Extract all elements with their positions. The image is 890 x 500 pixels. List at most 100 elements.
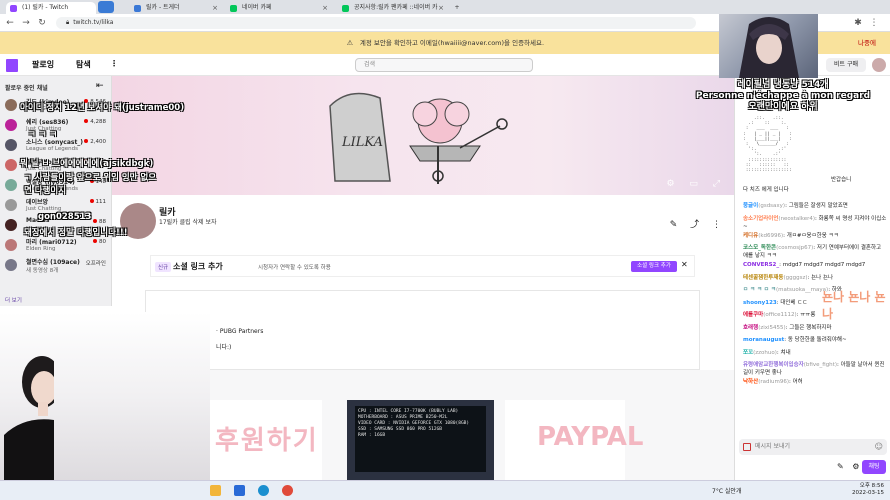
chat-username[interactable]: CONVERS2_ [743, 262, 779, 268]
chat-username[interactable]: 에롤쿠마 [743, 312, 763, 318]
overlay-subtitle: 돼장에서 정말 다행입니다!!! [24, 228, 128, 238]
chat-username[interactable]: 뭉글이 [743, 203, 758, 209]
add-social-link-button[interactable]: 소셜 링크 추가 [631, 261, 677, 272]
chat-message: moranaugust: 동 당한한쿨 돌려줘야해~ [743, 337, 847, 343]
close-icon[interactable]: × [212, 2, 218, 14]
social-links-prompt: 신규 소셜 링크 추가 시청자가 연락할 수 있도록 하용 소셜 링크 추가 ✕ [150, 255, 695, 277]
social-title: 소셜 링크 추가 [173, 262, 223, 271]
overlay-subtitle: gon028513 [38, 212, 92, 222]
back-icon[interactable]: ← [4, 17, 16, 29]
chat-username[interactable]: 코스모_독한콘 [743, 245, 776, 251]
smiley-icon[interactable]: ☺ [875, 439, 883, 455]
chrome-icon[interactable] [282, 485, 293, 496]
file-explorer-icon[interactable] [210, 485, 221, 496]
forward-icon[interactable]: → [20, 17, 32, 29]
reload-icon[interactable]: ↻ [36, 17, 48, 29]
tab-label: 네이버 카페 [242, 4, 272, 11]
chat-username[interactable]: ㅁ ㅋ ㅋ ㅁ ㅋ [743, 287, 776, 293]
address-bar[interactable]: 🔒︎ twitch.tv/lilka [56, 17, 696, 29]
close-icon[interactable]: ✕ [681, 260, 688, 269]
live-dot-icon [93, 239, 97, 243]
avatar [5, 179, 17, 191]
cam-subtitle-line: 레이필넘 냉동냥 514개 [737, 80, 829, 90]
show-more-link[interactable]: 더 보기 [5, 296, 22, 304]
tab-notice[interactable]: 공지사항:릴카 팬카페 ::네이버 카 × [338, 2, 448, 14]
extensions-icon[interactable]: ✱ [852, 17, 864, 29]
later-link[interactable]: 나중에 [858, 32, 876, 54]
video-player[interactable]: LILKA ⚙ ▭ ⤢ [112, 76, 734, 195]
sidebar-channel[interactable]: 마리 (mari0712) Elden Ring 80 [4, 236, 110, 256]
chat-send-button[interactable]: 채팅 [862, 460, 886, 474]
close-icon[interactable]: × [322, 2, 328, 14]
naver-favicon-icon [342, 5, 349, 12]
player-controls[interactable]: ⚙ ▭ ⤢ [667, 179, 727, 189]
close-icon[interactable]: × [438, 2, 444, 14]
chat-username[interactable]: 유령애암교한행복이입승자 [743, 362, 804, 368]
get-bits-button[interactable]: 비트 구매 [826, 58, 866, 72]
svg-text:LILKA: LILKA [341, 135, 383, 150]
cam-subtitle-line: Personne n'échappe à mon regard [695, 91, 871, 101]
chat-settings-icons[interactable]: ✎ ⚙ [837, 462, 862, 471]
chat-user-id: (bfive_fight) [803, 362, 837, 368]
chat-input[interactable]: 메시지 보내기 ☺ [739, 439, 887, 455]
chat-username[interactable]: 쪼꼬 [743, 350, 753, 356]
avatar [5, 219, 17, 231]
tab-tgd[interactable]: 릴카 - 트게더 × [130, 2, 222, 14]
chat-username[interactable]: shoony123 [743, 300, 777, 306]
live-dot-icon [93, 219, 97, 223]
banner-text: 계정 보안을 확인하고 이메일(hwaiiii@naver.com)을 인증하세… [359, 39, 545, 47]
paypal-panel[interactable]: PAYPAL [505, 400, 644, 480]
donate-panel[interactable]: 후원하기 [207, 400, 322, 480]
chat-username[interactable]: 호래행 [743, 325, 758, 331]
chat-username[interactable]: 테센꿀잼한투재동 [743, 275, 783, 281]
live-dot-icon [84, 119, 89, 123]
ascii-caption: 다 치즈 에게 입니다 [743, 187, 789, 193]
collapse-icon[interactable]: ⇤ [96, 81, 104, 91]
chat-text: 그들은 행복하지마 [789, 324, 832, 331]
edge-icon[interactable] [258, 485, 269, 496]
sidebar-channel[interactable]: 철면수심 (109ace) 새 동영상 8개 오프라인 [4, 256, 110, 276]
viewer-count: 오프라인 [86, 259, 106, 267]
chat-panel: .::. .::. .: :: :. : ___ ___ : : | _ || … [734, 76, 890, 480]
new-tab-button[interactable]: + [450, 2, 464, 14]
donate-label: 후원하기 [215, 426, 319, 456]
weather-widget[interactable]: 7°C 실안개 [712, 486, 741, 495]
tab-label: 릴카 - 트게더 [146, 4, 180, 11]
viewer-count: 88 [93, 219, 106, 225]
tab-twitch[interactable]: (1) 릴카 - Twitch [6, 2, 96, 14]
chat-user-id: (ggggsz) [783, 274, 808, 281]
chat-message: 낙하산(radium96): 어허 [743, 379, 803, 385]
live-dot-icon [89, 199, 94, 203]
nav-more-icon[interactable]: ⋮ [110, 59, 118, 68]
emote-icon[interactable] [743, 443, 751, 451]
chat-user-id: (radium96) [758, 379, 789, 385]
about-panel: · PUBG Partners 니다:) [145, 290, 700, 370]
overlay-subtitle: 뭐 닐 ㅂ 브에에에에에(ajsikdbgk) [20, 159, 154, 169]
menu-icon[interactable]: ⋮ [868, 17, 880, 29]
clock-time: 오후 8:56 [859, 483, 884, 489]
chat-user-id: (gsdsaxy) [758, 203, 786, 209]
naver-favicon-icon [230, 5, 237, 12]
ascii-art-message: .::. .::. .: :: :. : ___ ___ : : | _ || … [743, 116, 792, 174]
viewer-count: 2,400 [84, 139, 106, 145]
search-input[interactable]: 검색 [355, 58, 533, 72]
chat-message: 코스모_독한콘(cosmosjp67): 저기 연예부터에이 결혼하고 애를 낳… [743, 245, 882, 259]
chat-username[interactable]: 케디유 [743, 233, 758, 239]
tab-naver-cafe[interactable]: 네이버 카페 × [226, 2, 332, 14]
nav-browse[interactable]: 탐색 [76, 59, 91, 70]
chat-text: 어허 [792, 379, 803, 385]
mail-icon[interactable] [234, 485, 245, 496]
channel-info: 릴카 17릴카 클립 삭제 보자 ✎ ⤴ ⋮ [112, 195, 734, 250]
chat-username[interactable]: 송소기업라이언 [743, 216, 778, 222]
twitch-logo-icon[interactable] [6, 59, 18, 72]
chat-text: 뇬나 뇬나 [811, 274, 834, 281]
chat-user-id: (kd6996) [758, 232, 784, 239]
nav-following[interactable]: 팔로잉 [32, 59, 54, 70]
chat-username[interactable]: moranaugust [743, 337, 784, 343]
new-badge: 신규 [155, 262, 172, 272]
chat-username[interactable]: 낙하산 [743, 379, 758, 385]
channel-action-icons[interactable]: ✎ ⤴ ⋮ [670, 217, 726, 230]
chat-user-id: (office1112) [763, 312, 797, 318]
system-clock[interactable]: 오후 8:56 2022-03-15 [852, 483, 884, 497]
avatar[interactable] [872, 58, 886, 72]
